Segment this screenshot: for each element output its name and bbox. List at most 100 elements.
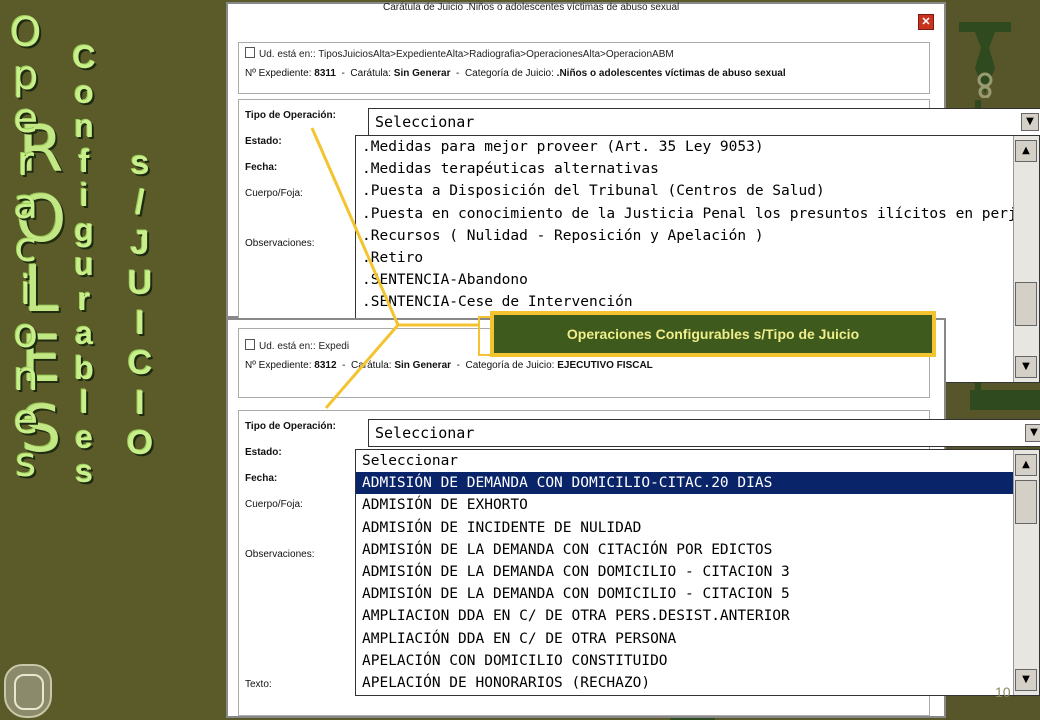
cuerpo-foja-label: Cuerpo/Foja:	[245, 499, 303, 510]
dropdown-option[interactable]: ADMISIÓN DE LA DEMANDA CON DOMICILIO - C…	[356, 561, 1039, 583]
title-letter: n	[74, 108, 94, 144]
dropdown-option[interactable]: AMPLIACION DDA EN C/ DE OTRA PERS.DESIST…	[356, 605, 1039, 627]
tipo-operacion-select[interactable]: Seleccionar ▼	[368, 108, 1040, 136]
expediente-meta: Nº Expediente: 8312 - Carátula: Sin Gene…	[245, 360, 653, 371]
dropdown-option[interactable]: ADMISIÓN DE LA DEMANDA CON DOMICILIO - C…	[356, 583, 1039, 605]
title-letter: f	[78, 142, 90, 179]
title-letter: p	[13, 53, 39, 99]
title-letter: o	[74, 73, 94, 110]
seal-icon	[4, 664, 52, 718]
dropdown-option[interactable]: ADMISIÓN DE LA DEMANDA CON CITACIÓN POR …	[356, 539, 1039, 561]
title-letter: e	[13, 397, 39, 443]
title-letter: o	[13, 311, 38, 357]
dropdown-option[interactable]: .Puesta en conocimiento de la Justicia P…	[356, 203, 1039, 225]
chevron-down-icon[interactable]: ▼	[1015, 669, 1037, 691]
title-letter: e	[75, 418, 93, 455]
chevron-down-icon[interactable]: ▼	[1025, 424, 1040, 442]
categoria-value: .Niños o adolescentes víctimas de abuso …	[556, 68, 786, 79]
estado-label: Estado:	[245, 447, 282, 458]
dropdown-option[interactable]: .Recursos ( Nulidad - Reposición y Apela…	[356, 225, 1039, 247]
title-letter: b	[74, 349, 94, 386]
page-number: 10	[995, 684, 1011, 700]
scrollbar-thumb[interactable]	[1015, 480, 1037, 524]
breadcrumb-text: Ud. está en:: Expedi	[259, 341, 350, 352]
title-letter: I	[135, 384, 145, 422]
exp-value: 8311	[314, 68, 336, 79]
breadcrumb: Ud. está en:: TiposJuiciosAlta>Expedient…	[239, 43, 929, 64]
title-letter: n	[13, 354, 39, 400]
dropdown-option[interactable]: APELACIÓN CON DOMICILIO CONSTITUIDO	[356, 650, 1039, 672]
tipo-operacion-dropdown-list-2[interactable]: Seleccionar ADMISIÓN DE DEMANDA CON DOMIC…	[355, 449, 1040, 696]
decorative-band	[970, 390, 1040, 410]
title-letter: i	[20, 268, 32, 314]
chevron-down-icon[interactable]: ▼	[1021, 113, 1039, 131]
observaciones-label: Observaciones:	[245, 238, 315, 249]
scrollbar[interactable]: ▲ ▼	[1013, 136, 1039, 382]
title-letter: r	[17, 139, 34, 185]
title-letter: O	[10, 10, 42, 56]
caratula-header-line: Carátula de Juicio .Niños o adolescentes…	[383, 2, 680, 13]
caratula-value: Sin Generar	[393, 68, 451, 79]
title-letter: I	[135, 304, 145, 342]
decorative-symbol-icon	[959, 22, 1011, 98]
title-operaciones: Operaciones	[10, 12, 41, 485]
title-letter: C	[127, 344, 153, 382]
dropdown-option[interactable]: APELACIÓN DE HONORARIOS (RECHAZO)	[356, 672, 1039, 694]
scrollbar[interactable]: ▲ ▼	[1013, 450, 1039, 695]
page-icon	[245, 339, 255, 350]
breadcrumb-text: Ud. está en:: TiposJuiciosAlta>Expedient…	[259, 49, 674, 60]
dropdown-option[interactable]: ADMISIÓN DE INCIDENTE DE NULIDAD	[356, 517, 1039, 539]
title-letter: a	[75, 315, 93, 351]
title-letter: U	[127, 264, 153, 302]
page-icon	[245, 47, 255, 58]
title-letter: s	[130, 144, 150, 182]
dropdown-option[interactable]: .SENTENCIA-Abandono	[356, 269, 1039, 291]
title-letter: i	[79, 177, 89, 213]
title-letter: /	[135, 184, 145, 222]
chevron-up-icon[interactable]: ▲	[1015, 454, 1037, 476]
title-letter: r	[77, 280, 91, 317]
dropdown-option[interactable]: .Medidas terapéuticas alternativas	[356, 158, 1039, 180]
title-letter: a	[13, 182, 38, 228]
title-letter: C	[72, 39, 96, 75]
dropdown-option[interactable]: AMPLIACIÓN DDA EN C/ DE OTRA PERSONA	[356, 628, 1039, 650]
estado-label: Estado:	[245, 136, 282, 147]
callout-text: Operaciones Configurables s/Tipo de Juic…	[493, 314, 933, 354]
dropdown-option[interactable]: ADMISIÓN DE EXHORTO	[356, 494, 1039, 516]
title-s-juicio: s / J U I C I O	[118, 143, 162, 463]
caratula-value: Sin Generar	[394, 360, 452, 371]
fecha-label: Fecha:	[245, 162, 278, 173]
cuerpo-foja-label: Cuerpo/Foja:	[245, 188, 303, 199]
title-letter: u	[74, 246, 94, 282]
dropdown-option[interactable]: .Medidas para mejor proveer (Art. 35 Ley…	[356, 136, 1039, 158]
title-configurables: Configurables	[64, 40, 104, 489]
chevron-up-icon[interactable]: ▲	[1015, 140, 1037, 162]
callout-box: Operaciones Configurables s/Tipo de Juic…	[490, 311, 936, 357]
select-value: Seleccionar	[375, 424, 475, 442]
scrollbar-thumb[interactable]	[1015, 282, 1037, 326]
chevron-down-icon[interactable]: ▼	[1015, 356, 1037, 378]
info-panel: Ud. está en:: TiposJuiciosAlta>Expedient…	[238, 42, 930, 94]
close-icon[interactable]: ✕	[918, 14, 934, 30]
tipo-operacion-select[interactable]: Seleccionar ▼	[368, 419, 1040, 447]
dialog-titlebar: Carátula de Juicio .Niños o adolescentes…	[228, 2, 944, 34]
texto-label: Texto:	[245, 679, 272, 690]
dropdown-option[interactable]: .Retiro	[356, 247, 1039, 269]
dropdown-option[interactable]: ADMISIÓN DE DEMANDA CON DOMICILIO-CITAC.…	[356, 472, 1039, 495]
title-letter: e	[13, 96, 39, 142]
title-letter: c	[14, 225, 37, 271]
title-letter: O	[126, 424, 154, 462]
caratula-label: Carátula:	[350, 360, 392, 371]
title-letter: s	[15, 440, 37, 486]
dropdown-option[interactable]: .Puesta a Disposición del Tribunal (Cent…	[356, 180, 1039, 202]
categoria-value: EJECUTIVO FISCAL	[557, 360, 653, 371]
title-letter: l	[79, 384, 89, 420]
exp-label: Nº Expediente:	[245, 68, 312, 79]
title-letter: s	[75, 453, 93, 489]
expediente-meta: Nº Expediente: 8311 - Carátula: Sin Gene…	[245, 68, 786, 79]
observaciones-label: Observaciones:	[245, 549, 315, 560]
select-value: Seleccionar	[375, 113, 475, 131]
dropdown-option[interactable]: Seleccionar	[356, 450, 1039, 472]
tipo-operacion-label: Tipo de Operación:	[245, 421, 336, 432]
tipo-operacion-label: Tipo de Operación:	[245, 110, 336, 121]
